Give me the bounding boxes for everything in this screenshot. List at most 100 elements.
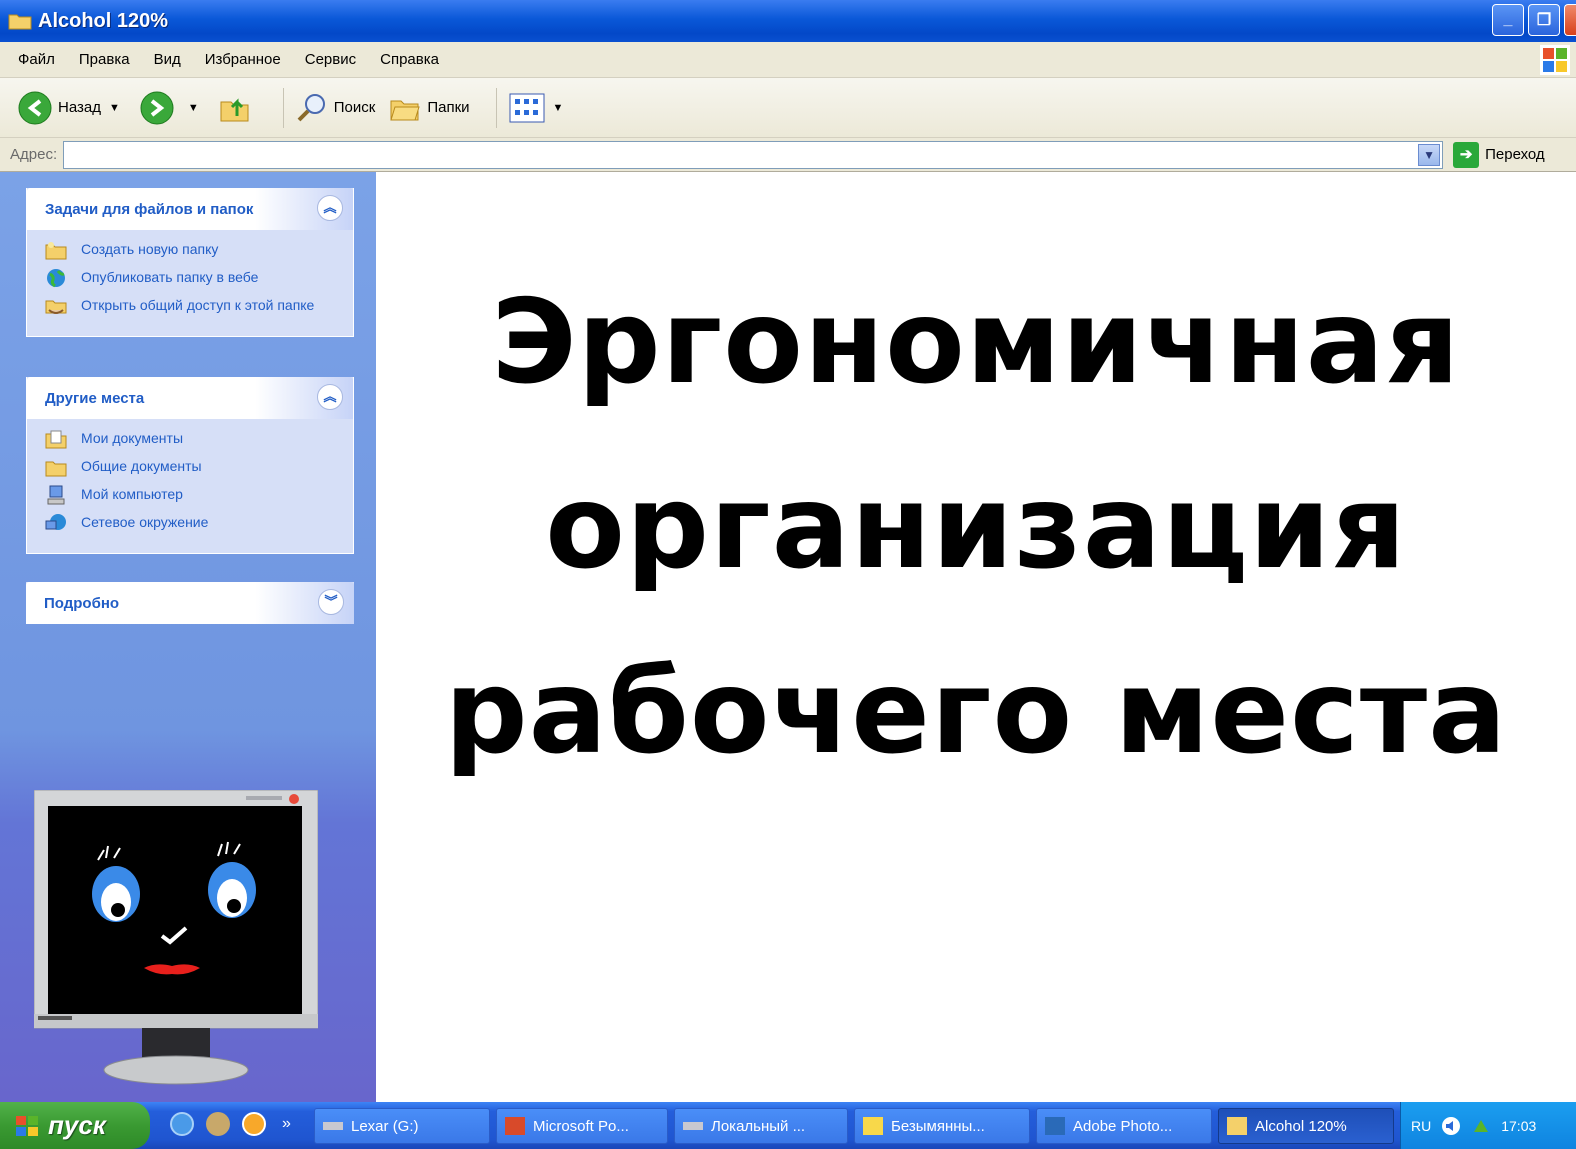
back-label: Назад [58,99,101,116]
content-area: Эргономичная организация рабочего места [376,172,1576,1102]
taskbar-button-untitled[interactable]: Безымянны... [854,1108,1030,1144]
folders-button[interactable]: Папки [389,93,470,123]
windows-flag-icon [16,1115,38,1136]
task-share-folder-label: Открыть общий доступ к этой папке [81,297,315,313]
task-new-folder-label: Создать новую папку [81,241,219,257]
place-shared-documents-label: Общие документы [81,458,202,474]
address-input[interactable]: ▼ [63,140,1444,169]
heading-line-1: Эргономичная [491,275,1461,410]
title-bar: Alcohol 120% _ ❐ [0,0,1576,42]
system-tray: RU 17:03 [1400,1102,1576,1149]
place-network[interactable]: Сетевое окружение [45,513,337,533]
share-folder-icon [45,300,67,314]
expand-chevron-icon[interactable]: ︾ [318,589,344,615]
taskbar-button-alcohol[interactable]: Alcohol 120% [1218,1108,1394,1144]
windows-logo-icon [1540,45,1570,75]
task-new-folder[interactable]: Создать новую папку [45,240,337,260]
my-computer-icon [47,485,65,505]
place-my-computer-label: Мой компьютер [81,486,183,502]
clock[interactable]: 17:03 [1501,1118,1536,1134]
menu-view[interactable]: Вид [154,51,181,68]
back-button[interactable]: Назад ▼ [18,91,126,125]
up-button[interactable] [219,92,257,124]
search-icon [297,93,325,121]
page-heading: Эргономичная организация рабочего места [376,250,1576,805]
search-label: Поиск [333,99,376,116]
menu-file[interactable]: Файл [18,51,55,68]
menu-tools[interactable]: Сервис [305,51,356,68]
paint-icon [863,1117,883,1135]
powerpoint-icon [505,1117,525,1135]
place-my-documents[interactable]: Мои документы [45,429,337,449]
taskbar-button-powerpoint[interactable]: Microsoft Po... [496,1108,668,1144]
forward-arrow-icon [140,91,174,124]
monitor-mascot-image [34,790,318,1085]
internet-explorer-icon[interactable] [170,1112,194,1136]
views-dropdown-icon[interactable]: ▼ [553,102,564,114]
go-button[interactable]: ➔ Переход [1453,141,1545,168]
places-panel: Другие места ︽ Мои документы Общие докум… [26,377,354,554]
media-player-icon[interactable] [242,1112,266,1136]
menu-edit[interactable]: Правка [79,51,130,68]
volume-icon[interactable] [1441,1116,1461,1136]
minimize-button[interactable]: _ [1492,4,1524,36]
folders-label: Папки [427,99,470,116]
close-button[interactable] [1564,4,1576,36]
views-button[interactable]: ▼ [509,93,570,123]
taskbar-button-label: Локальный ... [711,1117,806,1135]
my-documents-icon [45,430,67,449]
place-my-documents-label: Мои документы [81,430,184,446]
network-icon[interactable] [1471,1116,1491,1136]
back-dropdown-icon[interactable]: ▼ [109,102,120,114]
folders-icon [390,100,421,120]
taskbar-button-photoshop[interactable]: Adobe Photo... [1036,1108,1212,1144]
heading-line-2: организация [545,460,1407,595]
taskbar-button-label: Alcohol 120% [1255,1117,1347,1135]
folder-up-icon [220,97,249,121]
menu-bar: Файл Правка Вид Избранное Сервис Справка [0,42,1576,78]
details-panel-title: Подробно [44,594,120,612]
quick-launch: » [170,1112,291,1136]
details-panel-header[interactable]: Подробно ︾ [26,582,354,624]
taskbar-button-lexar[interactable]: Lexar (G:) [314,1108,490,1144]
start-button[interactable]: пуск [0,1102,150,1149]
globe-icon [47,269,65,288]
network-places-icon [45,514,66,530]
details-panel: Подробно ︾ [26,582,354,624]
toolbar-separator [495,87,497,128]
task-publish-web-label: Опубликовать папку в вебе [81,269,259,285]
menu-favorites[interactable]: Избранное [205,51,281,68]
heading-line-3: рабочего места [444,645,1508,780]
quick-launch-more-icon[interactable]: » [282,1115,291,1133]
window-title: Alcohol 120% [38,9,169,32]
search-button[interactable]: Поиск [296,92,376,124]
back-arrow-icon [18,91,52,124]
task-publish-web[interactable]: Опубликовать папку в вебе [45,268,337,288]
collapse-chevron-icon[interactable]: ︽ [317,384,343,410]
tools-icon[interactable] [206,1112,230,1136]
taskbar-button-local-disk[interactable]: Локальный ... [674,1108,848,1144]
address-dropdown-icon[interactable]: ▼ [1418,143,1441,166]
taskbar-button-label: Microsoft Po... [533,1117,629,1135]
places-panel-header[interactable]: Другие места ︽ [27,377,353,419]
tasks-panel-header[interactable]: Задачи для файлов и папок ︽ [27,188,353,230]
taskbar-button-label: Lexar (G:) [351,1117,419,1135]
menu-help[interactable]: Справка [380,51,439,68]
language-indicator[interactable]: RU [1411,1118,1431,1134]
forward-button[interactable]: ▼ [140,91,205,125]
taskbar-button-label: Безымянны... [891,1117,985,1135]
place-shared-documents[interactable]: Общие документы [45,457,337,477]
address-label: Адрес: [10,146,58,163]
taskbar-button-label: Adobe Photo... [1073,1117,1173,1135]
folder-icon [1227,1117,1247,1135]
views-icon [509,93,545,122]
task-share-folder[interactable]: Открыть общий доступ к этой папке [45,296,337,316]
forward-dropdown-icon[interactable]: ▼ [188,102,199,114]
new-folder-icon [45,242,67,260]
place-my-computer[interactable]: Мой компьютер [45,485,337,505]
photoshop-icon [1045,1117,1065,1135]
place-network-label: Сетевое окружение [81,514,209,530]
restore-button[interactable]: ❐ [1528,4,1560,36]
tasks-panel: Задачи для файлов и папок ︽ Создать нову… [26,188,354,337]
collapse-chevron-icon[interactable]: ︽ [317,195,343,221]
